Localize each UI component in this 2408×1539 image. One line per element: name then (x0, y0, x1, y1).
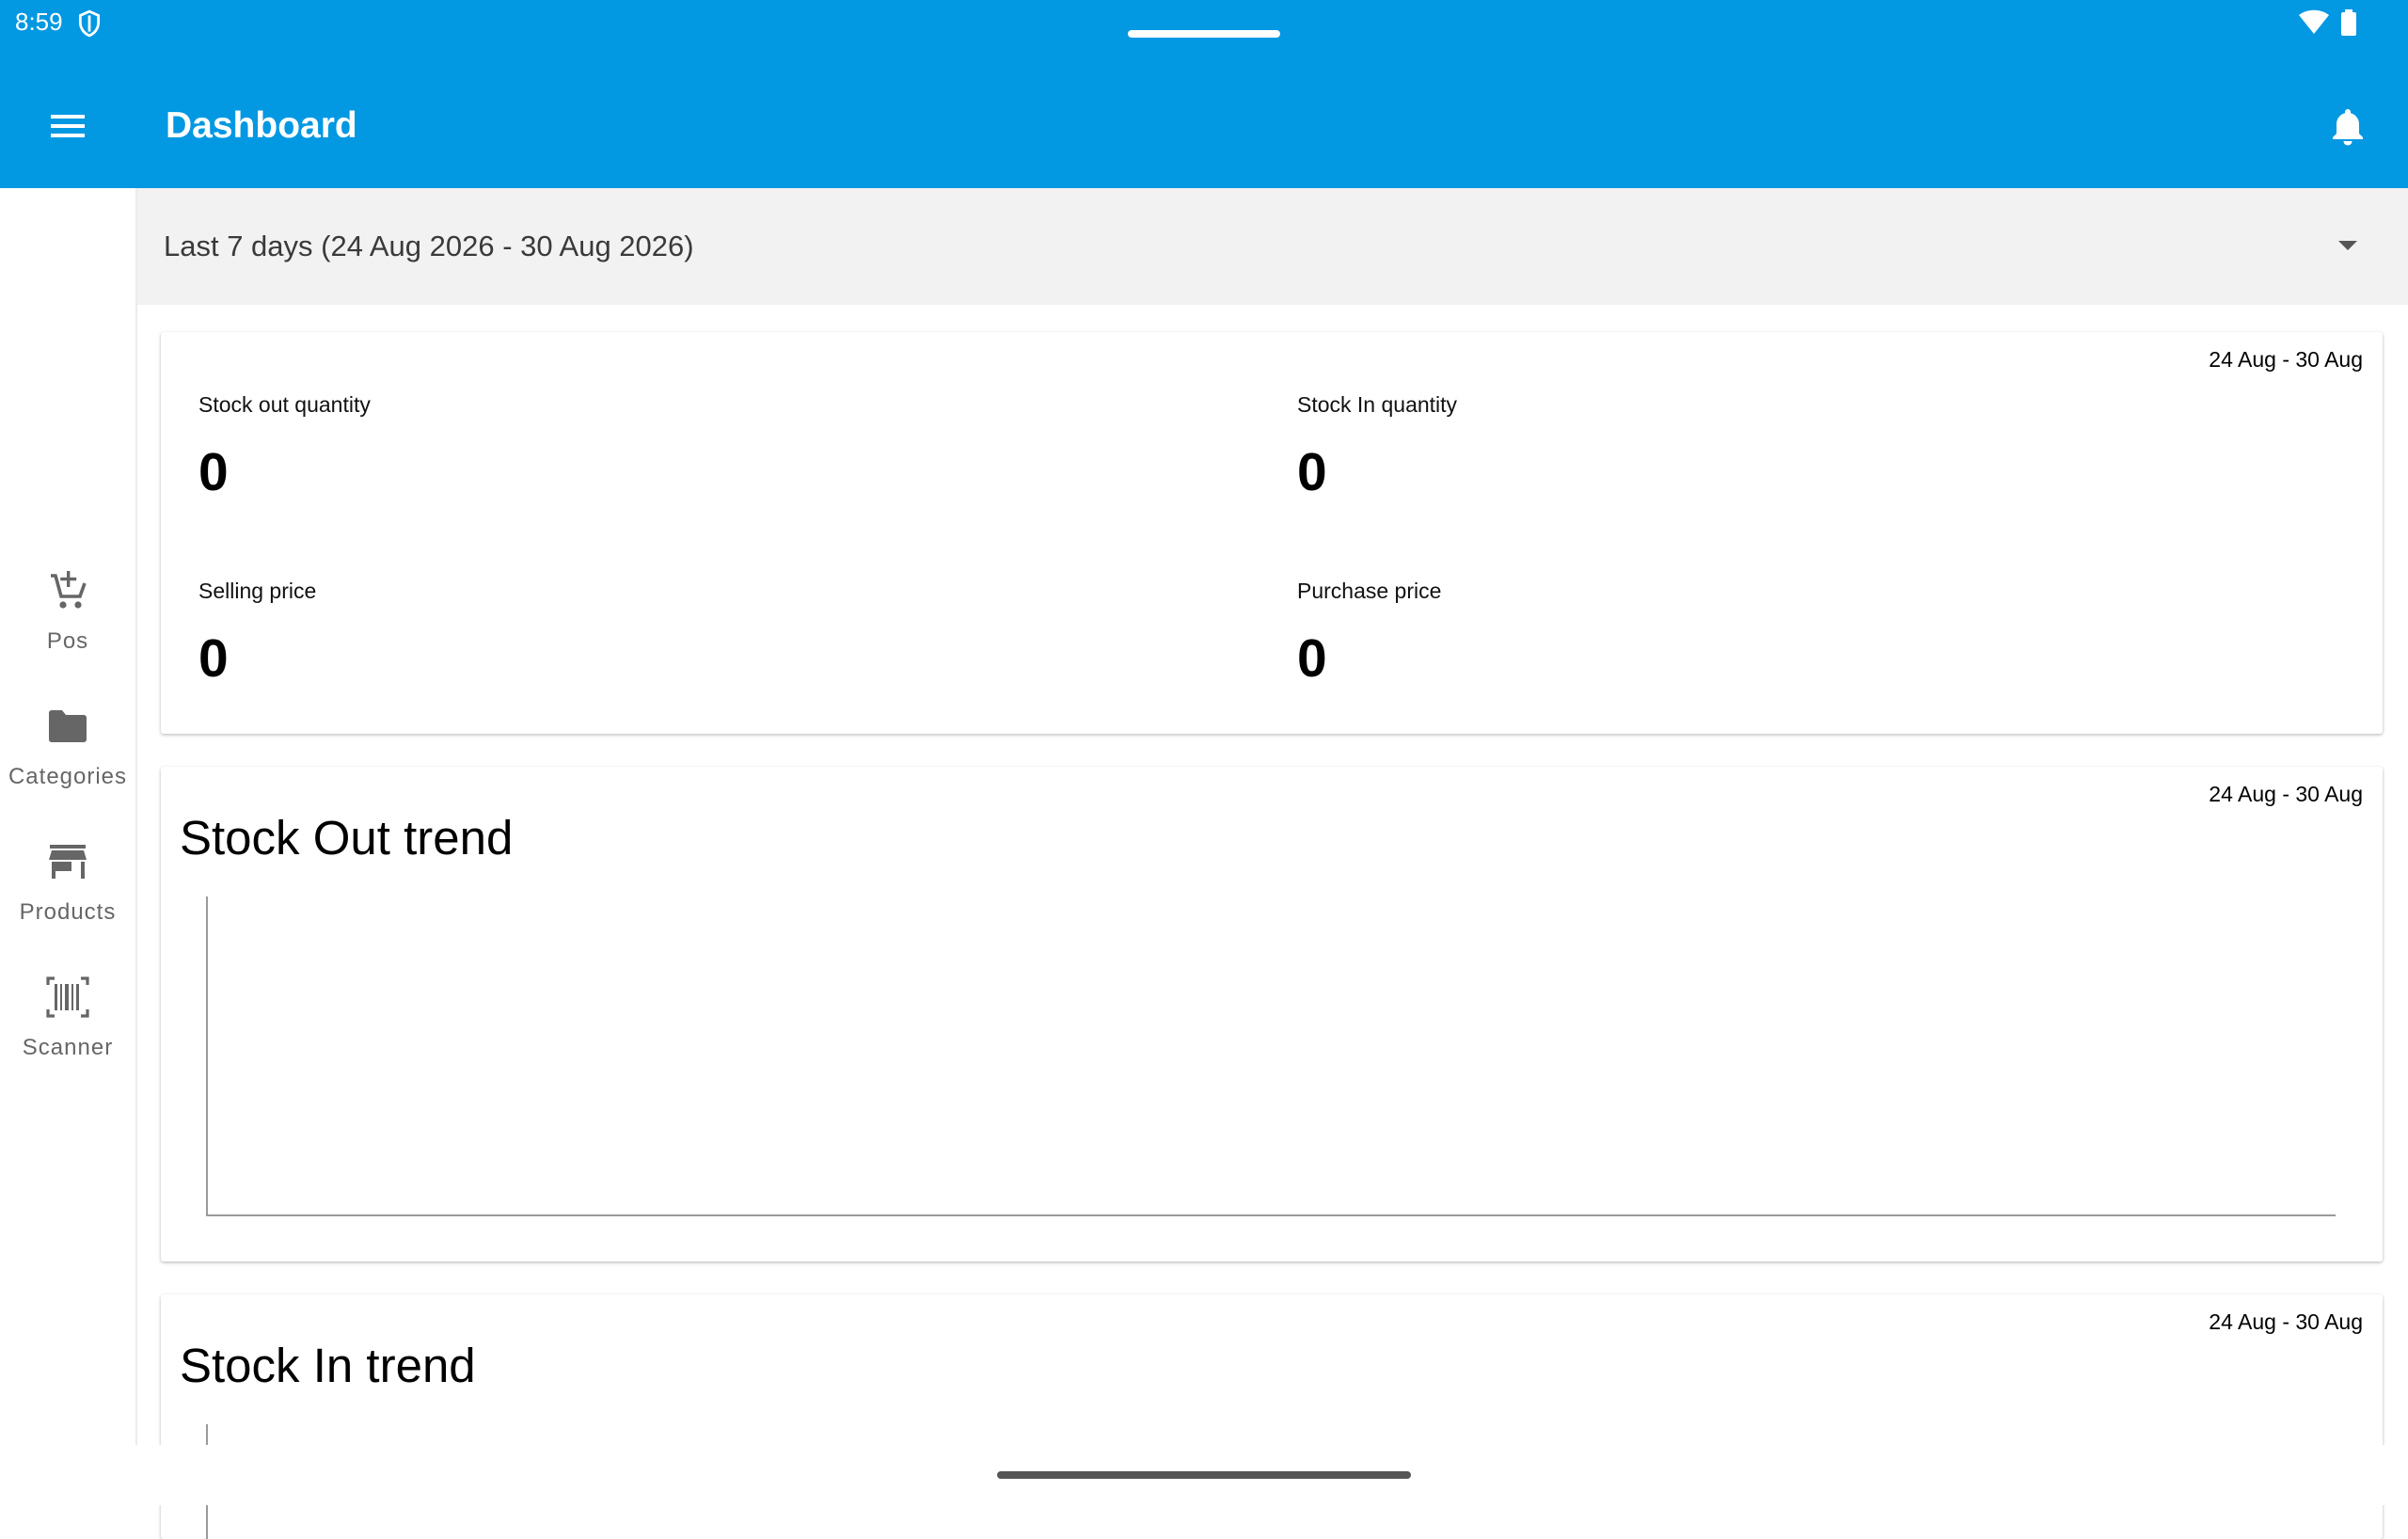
summary-card: 24 Aug - 30 Aug Stock out quantity 0 Sto… (161, 332, 2383, 734)
store-icon (49, 845, 87, 879)
wifi-icon (2299, 9, 2329, 34)
add-cart-icon (51, 571, 87, 609)
home-indicator[interactable] (997, 1471, 1411, 1479)
nav-item-scanner[interactable]: Scanner (0, 975, 135, 1097)
barcode-scanner-icon (46, 976, 89, 1018)
stat-label-selling-price: Selling price (198, 579, 317, 603)
navigation-rail: Pos Categories Products Scanner (0, 188, 137, 1449)
stock-out-trend-title: Stock Out trend (180, 811, 514, 865)
stock-out-trend-range: 24 Aug - 30 Aug (2209, 782, 2363, 806)
folder-icon (49, 710, 87, 742)
nav-label-products: Products (19, 899, 117, 925)
app-bar: Dashboard (0, 62, 2408, 188)
status-bar: 8:59 (0, 0, 2408, 62)
stock-out-chart-y-axis (206, 896, 208, 1216)
nav-item-pos[interactable]: Pos (0, 568, 135, 690)
date-range-select[interactable]: Last 7 days (24 Aug 2026 - 30 Aug 2026) (137, 188, 2408, 305)
nav-item-products[interactable]: Products (0, 839, 135, 961)
date-range-value: Last 7 days (24 Aug 2026 - 30 Aug 2026) (164, 230, 694, 262)
stat-label-stock-out-quantity: Stock out quantity (198, 392, 371, 417)
status-handle (1128, 30, 1280, 38)
nav-label-scanner: Scanner (22, 1035, 114, 1060)
nav-label-pos: Pos (46, 628, 89, 654)
stock-in-trend-title: Stock In trend (180, 1339, 476, 1392)
stat-value-purchase-price: 0 (1297, 628, 1327, 689)
nav-item-categories[interactable]: Categories (0, 704, 135, 826)
stock-out-chart-x-axis (206, 1214, 2336, 1216)
page-title: Dashboard (166, 105, 357, 146)
stat-value-selling-price: 0 (198, 628, 229, 689)
summary-range-label: 24 Aug - 30 Aug (2209, 347, 2363, 372)
dropdown-arrow-icon (2338, 241, 2357, 250)
stat-value-stock-out-quantity: 0 (198, 442, 229, 502)
status-time: 8:59 (15, 8, 63, 36)
notification-bell-icon[interactable] (2327, 105, 2368, 147)
nav-label-categories: Categories (8, 764, 128, 789)
battery-icon (2341, 9, 2356, 36)
stat-value-stock-in-quantity: 0 (1297, 442, 1327, 502)
stat-label-purchase-price: Purchase price (1297, 579, 1442, 603)
stock-out-trend-card: 24 Aug - 30 Aug Stock Out trend (161, 767, 2383, 1261)
menu-icon[interactable] (45, 107, 90, 145)
stat-label-stock-in-quantity: Stock In quantity (1297, 392, 1458, 417)
stock-in-trend-range: 24 Aug - 30 Aug (2209, 1309, 2363, 1334)
shield-icon (78, 9, 101, 38)
